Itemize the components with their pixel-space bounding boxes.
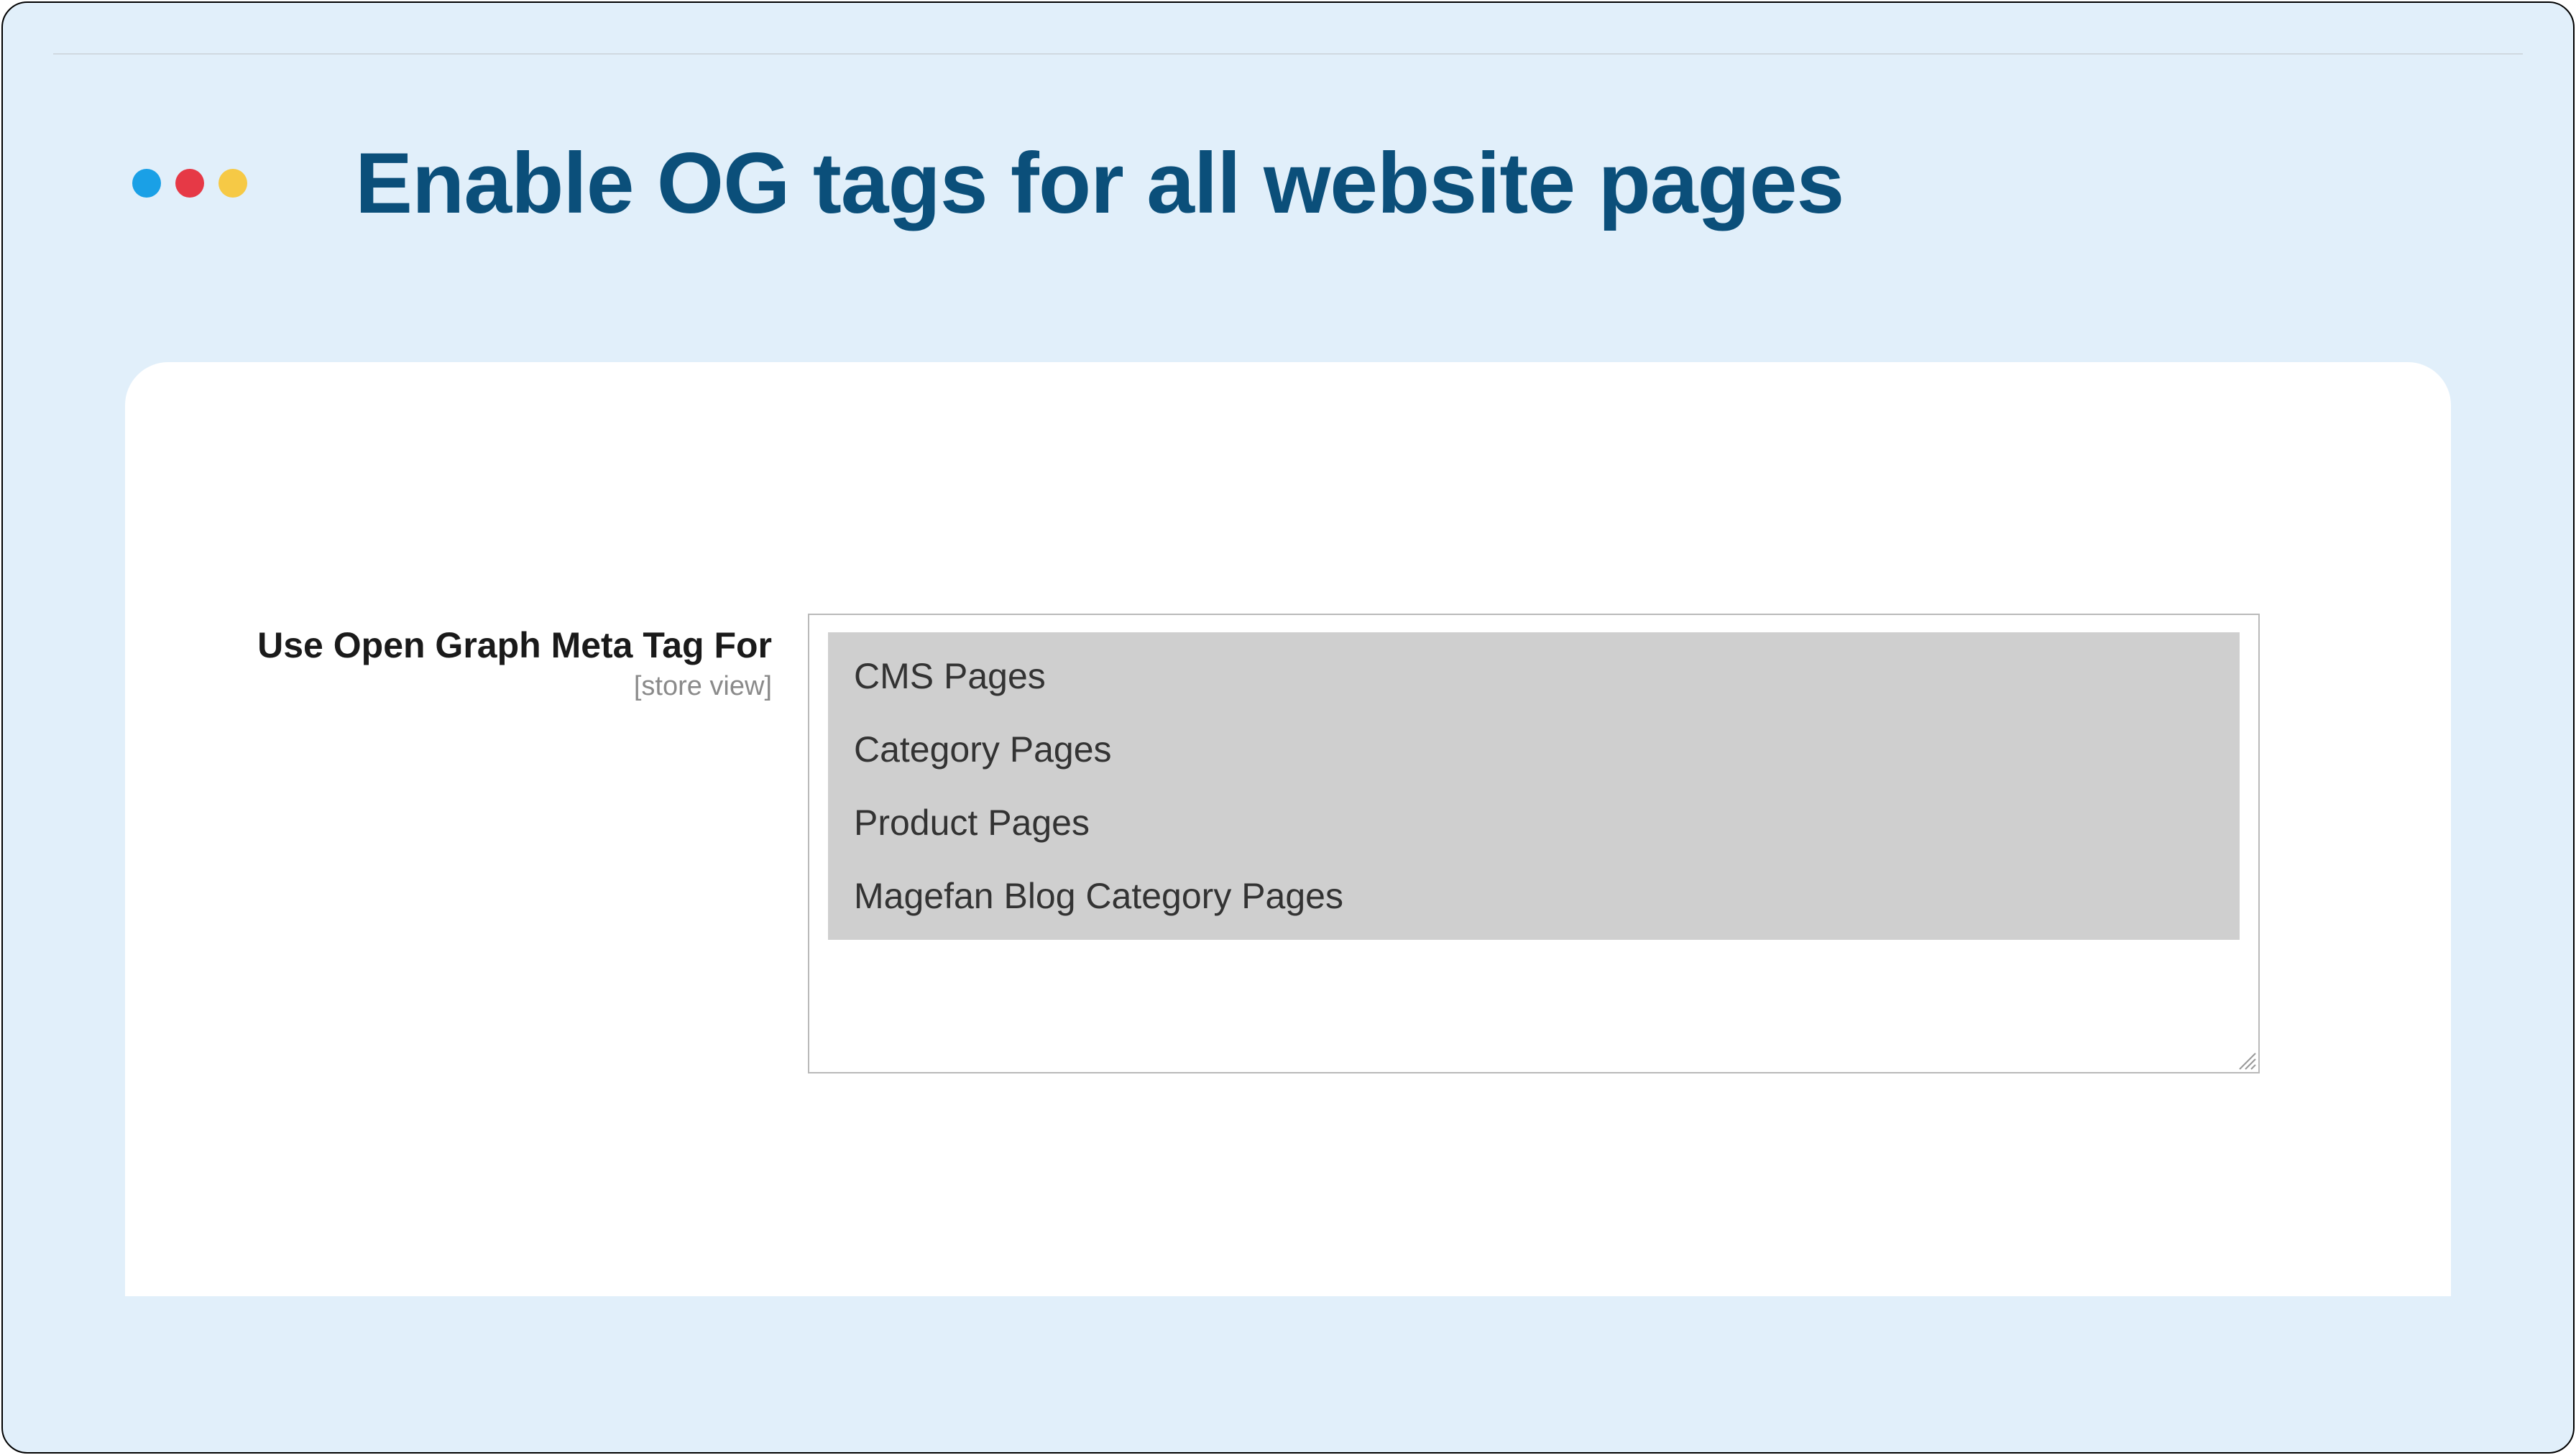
- og-multiselect[interactable]: CMS Pages Category Pages Product Pages M…: [808, 614, 2260, 1073]
- og-field-scope: [store view]: [168, 671, 772, 702]
- dot-red-icon: [175, 169, 204, 198]
- option-cms-pages[interactable]: CMS Pages: [828, 639, 2240, 713]
- form-row-og-tags: Use Open Graph Meta Tag For [store view]…: [168, 614, 2408, 1073]
- traffic-lights: [132, 169, 247, 198]
- field-label-column: Use Open Graph Meta Tag For [store view]: [168, 614, 772, 702]
- og-options-selected-block: CMS Pages Category Pages Product Pages M…: [828, 632, 2240, 940]
- option-magefan-blog-category-pages[interactable]: Magefan Blog Category Pages: [828, 859, 2240, 933]
- page-title: Enable OG tags for all website pages: [355, 134, 1844, 233]
- option-product-pages[interactable]: Product Pages: [828, 786, 2240, 859]
- option-category-pages[interactable]: Category Pages: [828, 713, 2240, 786]
- dot-yellow-icon: [218, 169, 247, 198]
- header-row: Enable OG tags for all website pages: [3, 55, 2573, 362]
- og-field-label: Use Open Graph Meta Tag For: [168, 624, 772, 667]
- resize-handle-icon[interactable]: [2235, 1049, 2257, 1071]
- content-card: Use Open Graph Meta Tag For [store view]…: [125, 362, 2451, 1296]
- window-frame: Enable OG tags for all website pages Use…: [1, 1, 2575, 1454]
- dot-blue-icon: [132, 169, 161, 198]
